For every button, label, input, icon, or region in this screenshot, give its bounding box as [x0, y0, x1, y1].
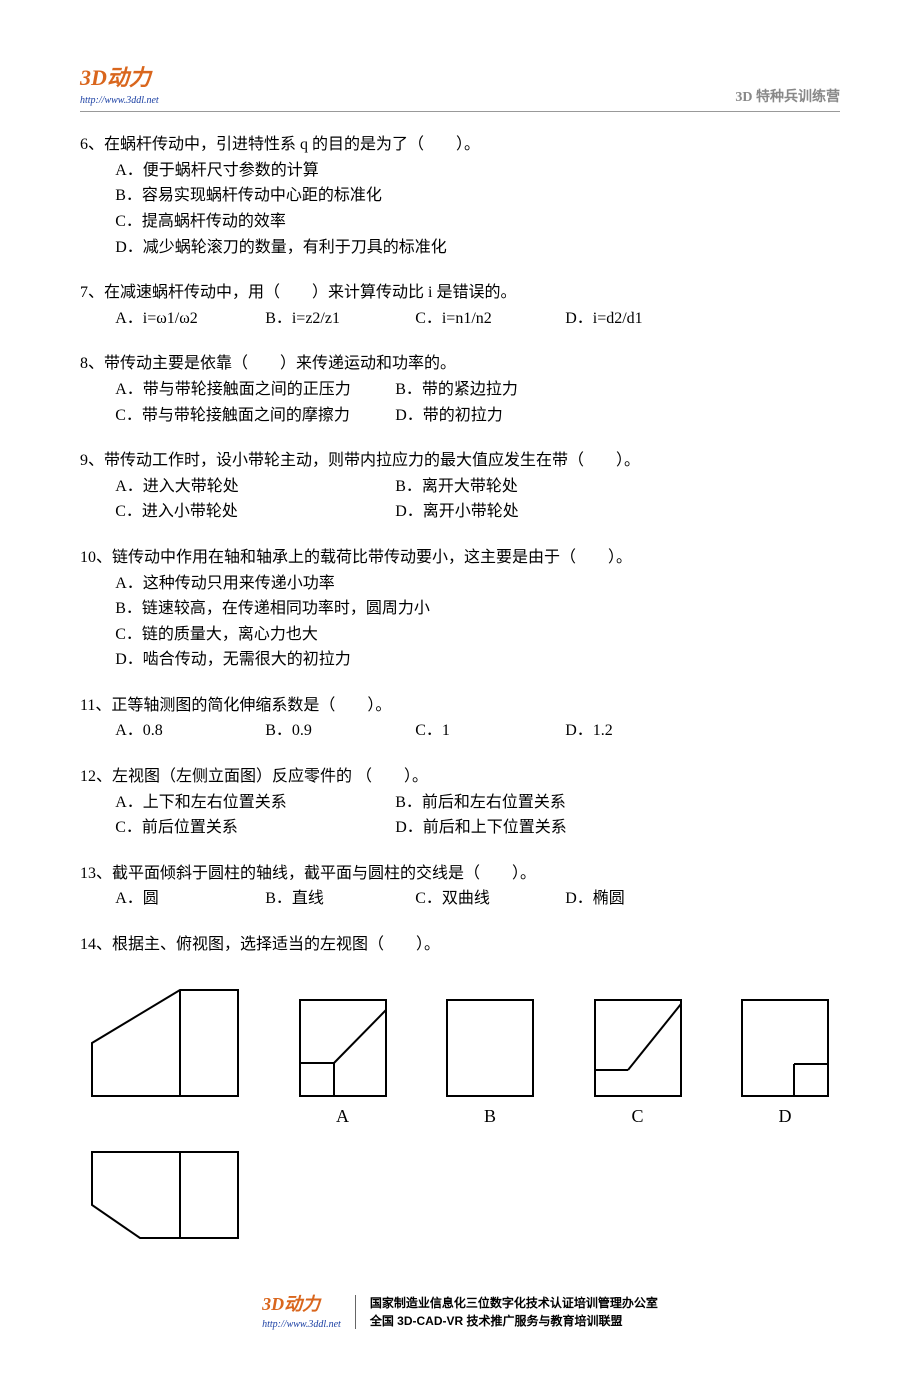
q6-option-a: A．便于蜗杆尺寸参数的计算: [115, 158, 840, 184]
logo-3d-text: 3D: [80, 65, 107, 90]
q8-option-c: C．带与带轮接触面之间的摩擦力: [115, 403, 395, 429]
q10-option-c: C．链的质量大，离心力也大: [115, 622, 840, 648]
footer-logo: 3D动力 http://www.3ddl.net: [262, 1290, 341, 1333]
q6-option-c: C．提高蜗杆传动的效率: [115, 209, 840, 235]
q13-option-b: B．直线: [265, 886, 415, 912]
logo-url: http://www.3ddl.net: [80, 93, 159, 109]
q9-option-d: D．离开小带轮处: [395, 499, 840, 525]
q7-stem: 7、在减速蜗杆传动中，用（ ）来计算传动比 i 是错误的。: [80, 280, 840, 306]
footer-logo-dongli: 动力: [284, 1294, 320, 1314]
footer-text: 国家制造业信息化三位数字化技术认证培训管理办公室 全国 3D-CAD-VR 技术…: [370, 1294, 658, 1330]
q14-label-b: B: [484, 1102, 496, 1131]
question-8: 8、带传动主要是依靠（ ）来传递运动和功率的。 A．带与带轮接触面之间的正压力 …: [80, 351, 840, 428]
footer-line1: 国家制造业信息化三位数字化技术认证培训管理办公室: [370, 1294, 658, 1312]
footer-logo-url: http://www.3ddl.net: [262, 1317, 341, 1333]
q12-option-c: C．前后位置关系: [115, 815, 395, 841]
q10-option-b: B．链速较高，在传递相同功率时，圆周力小: [115, 596, 840, 622]
q10-option-d: D．啮合传动，无需很大的初拉力: [115, 647, 840, 673]
q12-option-a: A．上下和左右位置关系: [115, 790, 395, 816]
q14-stem: 14、根据主、俯视图，选择适当的左视图（ ）。: [80, 932, 840, 958]
q6-option-d: D．减少蜗轮滚刀的数量，有利于刀具的标准化: [115, 235, 840, 261]
q14-option-c-figure: C: [593, 998, 683, 1131]
q11-option-b: B．0.9: [265, 718, 415, 744]
q11-stem: 11、正等轴测图的简化伸缩系数是（ ）。: [80, 693, 840, 719]
question-12: 12、左视图（左侧立面图）反应零件的 （ ）。 A．上下和左右位置关系 B．前后…: [80, 764, 840, 841]
q14-option-d-figure: D: [740, 998, 830, 1131]
footer-logo-3d: 3D: [262, 1294, 284, 1314]
q13-option-c: C．双曲线: [415, 886, 565, 912]
q9-option-a: A．进入大带轮处: [115, 474, 395, 500]
page-footer: 3D动力 http://www.3ddl.net 国家制造业信息化三位数字化技术…: [80, 1290, 840, 1333]
question-6: 6、在蜗杆传动中，引进特性系 q 的目的是为了（ ）。 A．便于蜗杆尺寸参数的计…: [80, 132, 840, 260]
q8-option-b: B．带的紧边拉力: [395, 377, 840, 403]
q14-figures-row: A B C D: [80, 988, 840, 1131]
q7-option-c: C．i=n1/n2: [415, 306, 565, 332]
q14-label-a: A: [336, 1102, 349, 1131]
q14-front-view: [90, 988, 240, 1131]
question-9: 9、带传动工作时，设小带轮主动，则带内拉应力的最大值应发生在带（ ）。 A．进入…: [80, 448, 840, 525]
q12-option-b: B．前后和左右位置关系: [395, 790, 840, 816]
q14-label-d: D: [779, 1102, 792, 1131]
q8-option-d: D．带的初拉力: [395, 403, 840, 429]
q7-option-a: A．i=ω1/ω2: [115, 306, 265, 332]
top-view-drawing: [90, 1150, 240, 1240]
header-right-text: 3D 特种兵训练营: [735, 87, 840, 109]
q12-stem: 12、左视图（左侧立面图）反应零件的 （ ）。: [80, 764, 840, 790]
q13-stem: 13、截平面倾斜于圆柱的轴线，截平面与圆柱的交线是（ ）。: [80, 861, 840, 887]
q14-label-c: C: [631, 1102, 643, 1131]
logo-dongli-text: 动力: [107, 65, 151, 90]
q10-stem: 10、链传动中作用在轴和轴承上的载荷比带传动要小，这主要是由于（ ）。: [80, 545, 840, 571]
page-header: 3D动力 http://www.3ddl.net 3D 特种兵训练营: [80, 60, 840, 112]
q9-option-b: B．离开大带轮处: [395, 474, 840, 500]
q8-stem: 8、带传动主要是依靠（ ）来传递运动和功率的。: [80, 351, 840, 377]
header-logo: 3D动力 http://www.3ddl.net: [80, 60, 159, 109]
question-10: 10、链传动中作用在轴和轴承上的载荷比带传动要小，这主要是由于（ ）。 A．这种…: [80, 545, 840, 673]
q13-option-d: D．椭圆: [565, 886, 715, 912]
q13-option-a: A．圆: [115, 886, 265, 912]
q6-option-b: B．容易实现蜗杆传动中心距的标准化: [115, 183, 840, 209]
q8-option-a: A．带与带轮接触面之间的正压力: [115, 377, 395, 403]
q6-stem: 6、在蜗杆传动中，引进特性系 q 的目的是为了（ ）。: [80, 132, 840, 158]
q12-option-d: D．前后和上下位置关系: [395, 815, 840, 841]
q11-option-a: A．0.8: [115, 718, 265, 744]
q10-option-a: A．这种传动只用来传递小功率: [115, 571, 840, 597]
q9-option-c: C．进入小带轮处: [115, 499, 395, 525]
footer-line2: 全国 3D-CAD-VR 技术推广服务与教育培训联盟: [370, 1312, 658, 1330]
option-d-drawing: [740, 998, 830, 1098]
q11-option-c: C．1: [415, 718, 565, 744]
q7-option-b: B．i=z2/z1: [265, 306, 415, 332]
question-7: 7、在减速蜗杆传动中，用（ ）来计算传动比 i 是错误的。 A．i=ω1/ω2 …: [80, 280, 840, 331]
front-view-drawing: [90, 988, 240, 1098]
q11-option-d: D．1.2: [565, 718, 715, 744]
footer-divider: [355, 1295, 356, 1329]
q14-option-a-figure: A: [298, 998, 388, 1131]
q14-top-view-row: [80, 1150, 840, 1240]
option-c-drawing: [593, 998, 683, 1098]
option-a-drawing: [298, 998, 388, 1098]
option-b-drawing: [445, 998, 535, 1098]
q9-stem: 9、带传动工作时，设小带轮主动，则带内拉应力的最大值应发生在带（ ）。: [80, 448, 840, 474]
q14-option-b-figure: B: [445, 998, 535, 1131]
question-11: 11、正等轴测图的简化伸缩系数是（ ）。 A．0.8 B．0.9 C．1 D．1…: [80, 693, 840, 744]
question-13: 13、截平面倾斜于圆柱的轴线，截平面与圆柱的交线是（ ）。 A．圆 B．直线 C…: [80, 861, 840, 912]
question-14: 14、根据主、俯视图，选择适当的左视图（ ）。: [80, 932, 840, 958]
q7-option-d: D．i=d2/d1: [565, 306, 715, 332]
